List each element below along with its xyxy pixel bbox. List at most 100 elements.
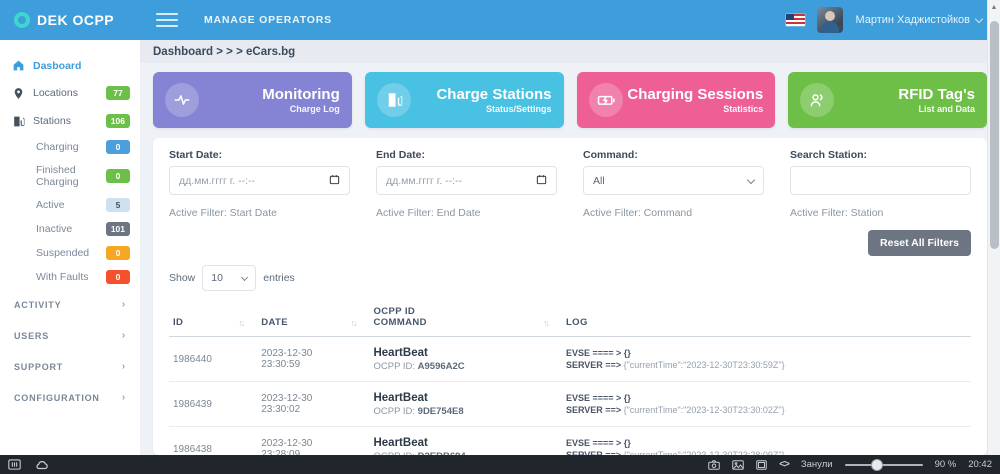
sidebar-item-label: Charging bbox=[36, 141, 79, 153]
sidebar-item-active[interactable]: Active 5 bbox=[0, 193, 140, 217]
search-station-label: Search Station: bbox=[790, 149, 868, 161]
start-date-input[interactable]: дд.мм.гггг г. --:-- bbox=[169, 166, 350, 195]
code-icon[interactable]: <> bbox=[779, 459, 790, 470]
sort-icon[interactable]: ↑↓ bbox=[238, 318, 253, 328]
cell-log: EVSE ==== > {} SERVER ==> {"currentTime"… bbox=[561, 381, 971, 427]
main-content: Dashboard > > > eCars.bg Monitoring Char… bbox=[140, 40, 1000, 455]
sidebar-item-suspended[interactable]: Suspended 0 bbox=[0, 241, 140, 265]
table-row[interactable]: 1986439 2023-12-30 23:30:02 HeartBeat OCP… bbox=[169, 381, 971, 427]
users-icon bbox=[800, 83, 835, 117]
active-filter-station: Active Filter: Station bbox=[790, 207, 884, 219]
sidebar-section-configuration[interactable]: CONFIGURATION › bbox=[0, 382, 140, 413]
slider-knob[interactable] bbox=[870, 458, 883, 471]
sidebar-section-support[interactable]: SUPPORT › bbox=[0, 351, 140, 382]
cell-command: HeartBeat OCPP ID: 9DE754E8 bbox=[369, 381, 562, 427]
sidebar-item-label: Finished Charging bbox=[36, 164, 79, 188]
sidebar-item-charging[interactable]: Charging 0 bbox=[0, 135, 140, 159]
page-size-value: 10 bbox=[211, 272, 223, 284]
count-badge: 0 bbox=[106, 169, 130, 183]
table-row[interactable]: 1986438 2023-12-3023:28:09 HeartBeat OCP… bbox=[169, 426, 971, 455]
sidebar-section-users[interactable]: USERS › bbox=[0, 320, 140, 351]
clock: 20:42 bbox=[968, 459, 992, 470]
card-charging-sessions[interactable]: Charging Sessions Statistics bbox=[576, 72, 776, 128]
charge-log-panel: Start Date: дд.мм.гггг г. --:-- Active F… bbox=[153, 138, 987, 455]
sidebar: Dasboard Locations 77 Stations 106 Charg… bbox=[0, 40, 140, 455]
calendar-icon[interactable] bbox=[536, 174, 547, 188]
logo-ring-icon bbox=[14, 12, 30, 28]
scrollbar-thumb[interactable] bbox=[989, 21, 999, 249]
calendar-icon[interactable] bbox=[329, 174, 340, 188]
column-header-ocpp-command[interactable]: OCPP ID COMMAND ↑↓ bbox=[369, 300, 562, 337]
home-icon bbox=[13, 60, 24, 71]
sort-icon[interactable]: ↑↓ bbox=[350, 318, 365, 328]
command-select[interactable]: All bbox=[583, 166, 764, 195]
reset-all-filters-button[interactable]: Reset All Filters bbox=[868, 230, 971, 256]
charge-log-table: ID ↑↓ DATE ↑↓ OCPP ID COMMAND ↑↓ LOG 1986440… bbox=[169, 300, 971, 455]
count-badge: 0 bbox=[106, 140, 130, 154]
zero-button[interactable]: Занули bbox=[801, 459, 833, 470]
app-grid-icon[interactable] bbox=[8, 459, 21, 470]
cloud-icon[interactable] bbox=[35, 460, 49, 470]
chevron-right-icon: › bbox=[121, 392, 126, 403]
app-logo[interactable]: DEK OCPP bbox=[0, 12, 140, 28]
entries-label: entries bbox=[263, 272, 295, 284]
sidebar-item-with-faults[interactable]: With Faults 0 bbox=[0, 265, 140, 289]
count-badge: 101 bbox=[105, 222, 130, 236]
sidebar-item-dashboard[interactable]: Dasboard bbox=[0, 52, 140, 79]
column-header-log[interactable]: LOG bbox=[561, 300, 971, 337]
sidebar-item-label: Dasboard bbox=[33, 59, 82, 72]
column-header-id[interactable]: ID ↑↓ bbox=[169, 300, 258, 337]
app-window: DEK OCPP MANAGE OPERATORS Мартин Хаджист… bbox=[0, 0, 1000, 474]
end-date-input[interactable]: дд.мм.гггг г. --:-- bbox=[376, 166, 557, 195]
sidebar-item-stations[interactable]: Stations 106 bbox=[0, 107, 140, 135]
sidebar-item-label: With Faults bbox=[36, 271, 89, 283]
cell-command: HeartBeat OCPP ID: D2EDB694 bbox=[369, 426, 562, 455]
sidebar-item-inactive[interactable]: Inactive 101 bbox=[0, 217, 140, 241]
sort-icon[interactable]: ↑↓ bbox=[543, 318, 558, 328]
activity-icon bbox=[165, 83, 199, 117]
image-icon[interactable] bbox=[732, 459, 744, 470]
search-station-input[interactable] bbox=[790, 166, 971, 195]
sidebar-item-locations[interactable]: Locations 77 bbox=[0, 79, 140, 107]
card-rfid-tags[interactable]: RFID Tag's List and Data bbox=[788, 72, 987, 128]
nav-manage-operators[interactable]: MANAGE OPERATORS bbox=[204, 14, 332, 26]
cell-date: 2023-12-30 23:30:59 bbox=[257, 336, 370, 382]
count-badge: 106 bbox=[105, 114, 130, 128]
scroll-up-arrow-icon[interactable]: ▲ bbox=[991, 0, 998, 11]
table-row[interactable]: 1986440 2023-12-30 23:30:59 HeartBeat OCP… bbox=[169, 336, 971, 382]
chevron-right-icon: › bbox=[121, 330, 126, 341]
screenshot-camera-icon[interactable] bbox=[708, 459, 720, 470]
card-title: Charging Sessions bbox=[627, 86, 764, 103]
top-header-bar: DEK OCPP MANAGE OPERATORS Мартин Хаджист… bbox=[0, 0, 1000, 40]
active-filter-end-date: Active Filter: End Date bbox=[376, 207, 481, 219]
active-filter-start-date: Active Filter: Start Date bbox=[169, 207, 277, 219]
sidebar-section-activity[interactable]: ACTIVITY › bbox=[0, 289, 140, 320]
window-icon[interactable] bbox=[756, 459, 767, 470]
card-title: Monitoring bbox=[262, 86, 340, 103]
card-title: Charge Stations bbox=[436, 86, 552, 103]
end-date-label: End Date: bbox=[376, 149, 426, 161]
card-monitoring[interactable]: Monitoring Charge Log bbox=[153, 72, 352, 128]
command-selected-value: All bbox=[593, 174, 605, 187]
section-label: SUPPORT bbox=[14, 361, 64, 372]
language-flag-icon[interactable] bbox=[786, 14, 806, 26]
count-badge: 77 bbox=[106, 86, 130, 100]
charging-station-icon bbox=[14, 116, 25, 126]
logo-text: DEK OCPP bbox=[37, 12, 115, 28]
sidebar-toggle-hamburger-icon[interactable] bbox=[156, 13, 178, 27]
map-pin-icon bbox=[14, 87, 23, 99]
user-menu[interactable]: Мартин Хаджистойков bbox=[855, 14, 984, 26]
volume-slider[interactable] bbox=[844, 458, 923, 471]
column-header-date[interactable]: DATE ↑↓ bbox=[257, 300, 370, 337]
date-placeholder: дд.мм.гггг г. --:-- bbox=[179, 174, 256, 187]
card-charge-stations[interactable]: Charge Stations Status/Settings bbox=[364, 72, 564, 128]
vertical-scrollbar[interactable]: ▲ bbox=[987, 0, 1000, 455]
user-avatar[interactable] bbox=[817, 7, 844, 33]
section-label: CONFIGURATION bbox=[14, 392, 100, 403]
cell-log: EVSE ==== > {} SERVER ==> {"currentTime"… bbox=[561, 336, 971, 382]
os-taskbar: <> Занули 90 % 20:42 bbox=[0, 455, 1000, 474]
cell-log: EVSE ==== > {} SERVER ==> {"currentTime"… bbox=[561, 426, 971, 455]
sidebar-item-finished-charging[interactable]: Finished Charging 0 bbox=[0, 159, 140, 193]
cell-date: 2023-12-30 23:30:02 bbox=[257, 381, 370, 427]
page-size-select[interactable]: 10 bbox=[202, 265, 257, 291]
